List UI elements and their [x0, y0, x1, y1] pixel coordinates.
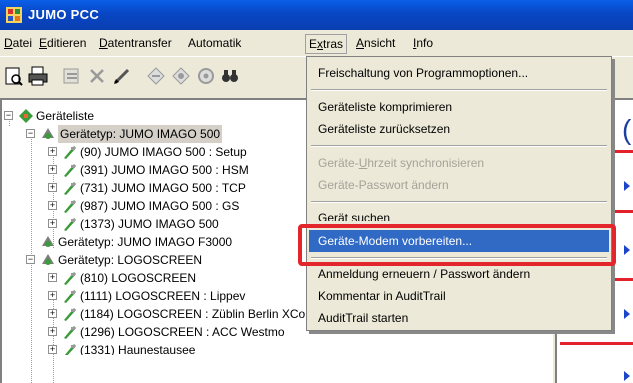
settings-icon[interactable] — [195, 65, 217, 87]
menu-item-uhrzeit[interactable]: Geräte-Uhrzeit synchronisieren — [309, 152, 609, 174]
menu-item-suchen[interactable]: Gerät suchen — [309, 207, 609, 221]
window-title: JUMO PCC — [28, 7, 100, 22]
divider-line — [560, 342, 633, 345]
menu-editieren[interactable]: Editieren — [36, 35, 89, 52]
app-icon — [6, 7, 22, 23]
arrow-right-icon[interactable] — [624, 181, 630, 191]
highlight-box — [298, 224, 616, 266]
expand-icon[interactable]: + — [48, 309, 57, 318]
menu-item-anmeldung[interactable]: Anmeldung erneuern / Passwort ändern — [309, 263, 609, 285]
tree-node-type-imago500[interactable]: − Gerätetyp: JUMO IMAGO 500 — [26, 125, 306, 143]
menu-datentransfer[interactable]: Datentransfer — [96, 35, 175, 52]
extras-menu: Freischaltung von Programmoptionen... Ge… — [306, 56, 612, 331]
menu-separator — [311, 145, 607, 147]
print-preview-icon[interactable] — [3, 65, 25, 87]
menu-item-passwort[interactable]: Geräte-Passwort ändern — [309, 174, 609, 196]
printer-icon[interactable] — [27, 65, 49, 87]
binoculars-icon[interactable] — [219, 65, 241, 87]
properties-icon[interactable] — [61, 65, 83, 87]
tree-device[interactable]: + (810) LOGOSCREEN — [48, 269, 308, 287]
device-icon — [64, 146, 76, 159]
device-icon — [64, 344, 76, 355]
menu-ansicht[interactable]: Ansicht — [353, 35, 398, 52]
expand-icon[interactable]: + — [48, 147, 57, 156]
expand-icon[interactable]: + — [48, 201, 57, 210]
device-icon — [64, 326, 76, 339]
tree-device[interactable]: + (90) JUMO IMAGO 500 : Setup — [48, 143, 308, 161]
transfer-icon[interactable] — [170, 65, 192, 87]
device-type-icon — [42, 236, 54, 247]
tree-device[interactable]: + (391) JUMO IMAGO 500 : HSM — [48, 161, 308, 179]
expand-icon[interactable]: + — [48, 327, 57, 336]
device-type-icon — [42, 254, 54, 265]
title-bar: JUMO PCC — [0, 0, 633, 30]
tree-device[interactable]: + (1111) LOGOSCREEN : Lippev — [48, 287, 308, 305]
tree-root[interactable]: − Geräteliste — [4, 107, 304, 125]
device-icon — [64, 272, 76, 285]
delete-icon[interactable] — [86, 65, 108, 87]
tree-device[interactable]: + (1373) JUMO IMAGO 500 — [48, 215, 308, 233]
expand-icon[interactable]: + — [48, 165, 57, 174]
device-list-icon — [19, 109, 33, 123]
tree-device[interactable]: + (987) JUMO IMAGO 500 : GS — [48, 197, 308, 215]
arrow-right-icon[interactable] — [624, 245, 630, 255]
connect-icon[interactable] — [145, 65, 167, 87]
expand-icon[interactable]: + — [48, 345, 57, 354]
menu-item-komprimieren[interactable]: Geräteliste komprimieren — [309, 96, 609, 118]
menu-extras[interactable]: Extras — [305, 34, 348, 54]
menu-item-audittrail[interactable]: AuditTrail starten — [309, 307, 609, 329]
arrow-right-icon[interactable] — [624, 371, 630, 381]
device-icon — [64, 218, 76, 231]
arrow-right-icon[interactable] — [624, 309, 630, 319]
edit-icon[interactable] — [111, 65, 133, 87]
menu-item-freischaltung[interactable]: Freischaltung von Programmoptionen... — [309, 62, 609, 84]
tree-device[interactable]: + (1331) Haunestausee — [48, 341, 308, 355]
tree-node-type-logoscreen[interactable]: − Gerätetyp: LOGOSCREEN — [26, 251, 306, 269]
expand-icon[interactable]: + — [48, 291, 57, 300]
menu-info[interactable]: Info — [410, 35, 436, 52]
collapse-icon[interactable]: − — [4, 111, 13, 120]
expand-icon[interactable]: + — [48, 273, 57, 282]
tree-device[interactable]: + (731) JUMO IMAGO 500 : TCP — [48, 179, 308, 197]
menu-datei[interactable]: Datei — [1, 35, 35, 52]
menu-automatik[interactable]: Automatik — [185, 35, 244, 52]
collapse-icon[interactable]: − — [26, 129, 35, 138]
device-icon — [64, 200, 76, 213]
expand-icon[interactable]: + — [48, 219, 57, 228]
device-icon — [64, 308, 76, 321]
menu-separator — [311, 201, 607, 203]
menu-item-zuruecksetzen[interactable]: Geräteliste zurücksetzen — [309, 118, 609, 140]
device-icon — [64, 290, 76, 303]
collapse-icon[interactable]: − — [26, 255, 35, 264]
device-type-icon — [42, 128, 54, 139]
menu-bar: Datei Editieren Datentransfer Automatik … — [0, 30, 633, 56]
detail-paren: ( — [622, 114, 632, 145]
expand-icon[interactable]: + — [48, 183, 57, 192]
device-icon — [64, 182, 76, 195]
tree-node-type-imago-f3000[interactable]: Gerätetyp: JUMO IMAGO F3000 — [26, 233, 306, 251]
menu-item-kommentar[interactable]: Kommentar in AuditTrail — [309, 285, 609, 307]
device-icon — [64, 164, 76, 177]
menu-separator — [311, 89, 607, 91]
